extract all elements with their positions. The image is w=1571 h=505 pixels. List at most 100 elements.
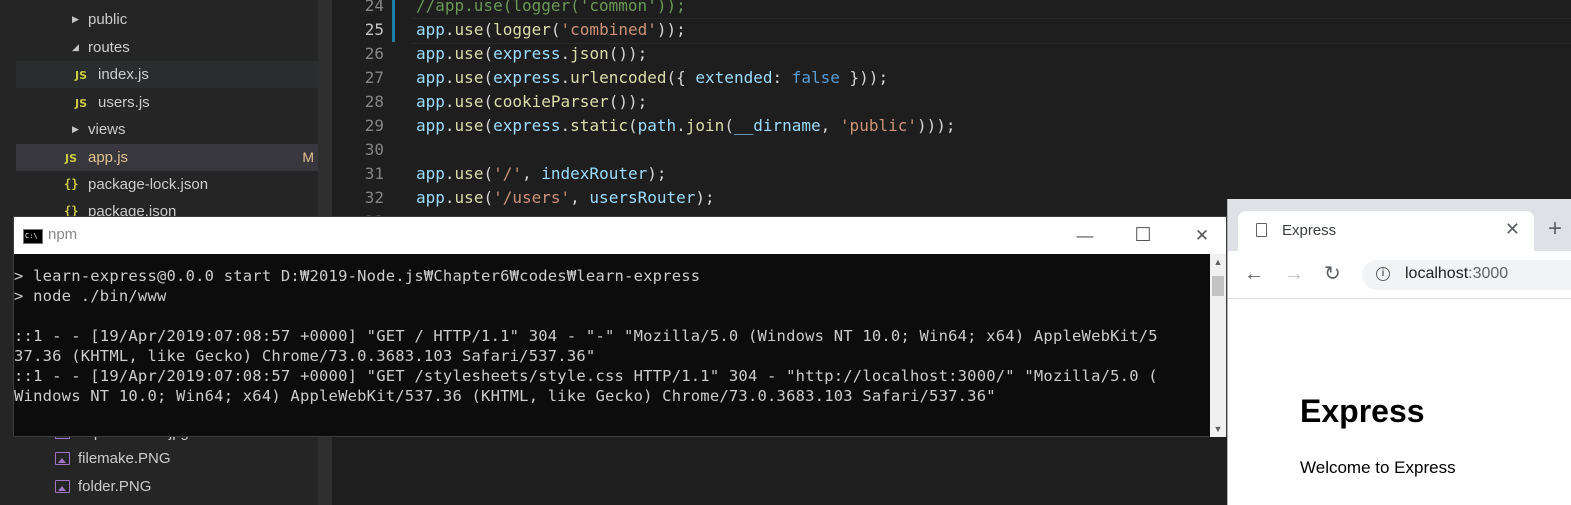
- line-number: 32: [364, 188, 384, 207]
- code-token: (: [483, 44, 494, 63]
- code-token: false: [791, 68, 840, 87]
- code-token: (: [483, 68, 494, 87]
- tab-title: Express: [1282, 222, 1337, 239]
- terminal-scrollbar[interactable]: ▲ ▼: [1210, 254, 1226, 437]
- terminal-titlebar[interactable]: C:\ npm — ☐ ✕: [14, 217, 1226, 254]
- terminal-line: 37.36 (KHTML, like Gecko) Chrome/73.0.36…: [14, 347, 596, 365]
- code-token: use: [454, 44, 484, 63]
- code-line[interactable]: 31 app.use('/', indexRouter);: [332, 162, 1571, 186]
- back-button[interactable]: ←: [1244, 261, 1264, 287]
- terminal-window[interactable]: C:\ npm — ☐ ✕ > learn-express@0.0.0 star…: [13, 216, 1227, 437]
- code-token: (: [550, 20, 561, 39]
- code-token: '/': [493, 164, 522, 183]
- tree-item-users-js[interactable]: JS users.js: [16, 89, 318, 116]
- line-number: 26: [364, 44, 384, 63]
- line-number: 29: [364, 116, 384, 135]
- code-token: ());: [608, 44, 648, 63]
- code-token: '/users': [493, 188, 571, 207]
- close-tab-icon[interactable]: ✕: [1505, 219, 1520, 240]
- document-icon: [1256, 223, 1267, 237]
- tree-item-label: index.js: [98, 66, 149, 83]
- code-line[interactable]: 26 app.use(express.json());: [332, 42, 1571, 66]
- info-icon[interactable]: i: [1376, 267, 1390, 281]
- code-token: use: [454, 116, 484, 135]
- code-token: .: [676, 116, 686, 135]
- line-number: 31: [364, 164, 384, 183]
- code-line[interactable]: 27 app.use(express.urlencoded({ extended:…: [332, 66, 1571, 90]
- code-token: ));: [656, 20, 686, 39]
- code-token: );: [695, 188, 715, 207]
- reload-button[interactable]: ↻: [1324, 261, 1341, 287]
- code-text: app.use(cookieParser());: [416, 90, 647, 114]
- code-token: join: [685, 116, 725, 135]
- code-token: );: [647, 164, 667, 183]
- code-token: )));: [916, 116, 956, 135]
- code-text: //app.use(logger('common'));: [416, 0, 686, 18]
- code-token: use: [454, 92, 484, 111]
- code-token: cookieParser: [493, 92, 609, 111]
- image-file-icon: [55, 452, 70, 465]
- tree-item-app-js[interactable]: JS app.js M: [16, 144, 318, 171]
- code-token: ,: [570, 188, 590, 207]
- code-token: .: [560, 116, 571, 135]
- code-line[interactable]: 24 //app.use(logger('common'));: [332, 0, 1571, 18]
- tree-item-public[interactable]: ▶ public: [16, 6, 318, 33]
- scroll-down-icon[interactable]: ▼: [1210, 424, 1226, 434]
- maximize-button[interactable]: ☐: [1120, 221, 1166, 251]
- scrollbar-thumb[interactable]: [1212, 276, 1224, 296]
- browser-toolbar: ← → ↻ i localhost:3000: [1228, 251, 1571, 299]
- close-button[interactable]: ✕: [1179, 221, 1225, 251]
- tree-item-label: public: [88, 11, 128, 28]
- line-number: 24: [364, 0, 384, 15]
- code-token: app: [416, 92, 445, 111]
- code-token: (: [483, 92, 494, 111]
- code-token: .: [444, 164, 455, 183]
- code-token: json: [570, 44, 609, 63]
- code-token: (: [483, 188, 494, 207]
- address-bar[interactable]: i localhost:3000: [1362, 260, 1571, 290]
- tree-item-routes[interactable]: ◢ routes: [16, 34, 318, 61]
- json-file-icon: {}: [64, 177, 79, 191]
- code-token: (: [483, 20, 494, 39]
- page-content: Express Welcome to Express: [1228, 299, 1571, 505]
- code-text: app.use('/users', usersRouter);: [416, 186, 715, 210]
- code-token: ());: [608, 92, 648, 111]
- code-token: app: [416, 68, 445, 87]
- page-heading: Express: [1300, 393, 1425, 429]
- code-text: app.use('/', indexRouter);: [416, 162, 667, 186]
- tree-item-label: users.js: [98, 94, 150, 111]
- url-text[interactable]: localhost:3000: [1405, 265, 1508, 283]
- code-token: express: [493, 68, 561, 87]
- javascript-file-icon: JS: [75, 97, 88, 110]
- code-line[interactable]: 29 app.use(express.static(path.join(__dir…: [332, 114, 1571, 138]
- code-token: //app.use(logger('common'));: [416, 0, 686, 15]
- line-number: 27: [364, 68, 384, 87]
- code-line[interactable]: 28 app.use(cookieParser());: [332, 90, 1571, 114]
- terminal-output[interactable]: > learn-express@0.0.0 start D:₩2019-Node…: [14, 254, 1211, 437]
- minimize-button[interactable]: —: [1062, 221, 1108, 251]
- browser-window[interactable]: Express ✕ + ← → ↻ i localhost:3000 Expre…: [1227, 199, 1571, 505]
- tree-item-index-js[interactable]: JS index.js: [16, 61, 318, 88]
- terminal-line: > node ./bin/www: [14, 287, 167, 305]
- scroll-up-icon[interactable]: ▲: [1210, 257, 1226, 267]
- code-line[interactable]: 30: [332, 138, 1571, 162]
- tree-item-package-lock-json[interactable]: {} package-lock.json: [16, 171, 318, 198]
- forward-button[interactable]: →: [1284, 261, 1304, 287]
- code-token: app: [416, 188, 445, 207]
- code-token: 'combined': [560, 20, 657, 39]
- tree-item-views[interactable]: ▶ views: [16, 116, 318, 143]
- new-tab-button[interactable]: +: [1548, 215, 1562, 243]
- page-paragraph: Welcome to Express: [1300, 458, 1456, 477]
- code-token: use: [454, 68, 484, 87]
- code-token: ({: [666, 68, 696, 87]
- tree-item-filemake-png[interactable]: filemake.PNG: [16, 445, 318, 472]
- code-token: (: [627, 116, 638, 135]
- code-token: app: [416, 116, 445, 135]
- code-token: ,: [820, 116, 840, 135]
- tree-item-folder-png[interactable]: folder.PNG: [16, 473, 318, 500]
- terminal-line: > learn-express@0.0.0 start D:₩2019-Node…: [14, 267, 701, 285]
- code-token: :: [772, 68, 792, 87]
- code-line[interactable]: 25 app.use(logger('combined'));: [332, 18, 1571, 42]
- chevron-down-icon: ◢: [72, 42, 79, 52]
- tab-express[interactable]: Express ✕: [1238, 211, 1534, 251]
